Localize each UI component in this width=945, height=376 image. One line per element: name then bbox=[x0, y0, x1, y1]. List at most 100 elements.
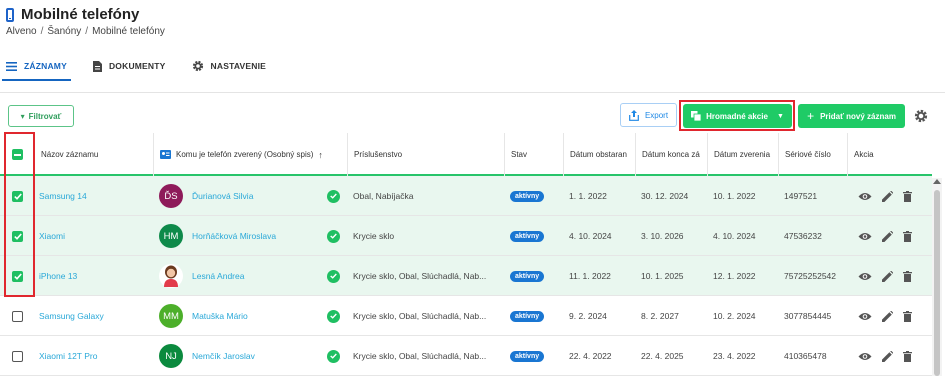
table-row[interactable]: Samsung Galaxy MM Matuška Mário Krycie sklo… bbox=[0, 296, 932, 336]
column-header-acquired[interactable]: Dátum obstaran bbox=[563, 133, 635, 176]
edit-pencil-icon[interactable] bbox=[882, 350, 893, 362]
owner-link[interactable]: Matuška Mário bbox=[192, 311, 248, 321]
acquired-date: 22. 4. 2022 bbox=[569, 351, 612, 361]
record-name-link[interactable]: Xiaomi 12T Pro bbox=[39, 336, 151, 376]
table-header: Názov záznamu Komu je telefón zverený (O… bbox=[0, 133, 932, 176]
assigned-date: 4. 10. 2024 bbox=[713, 231, 756, 241]
table-settings-gear-icon[interactable] bbox=[914, 109, 928, 123]
delete-trash-icon[interactable] bbox=[903, 310, 912, 322]
table-row[interactable]: Samsung 14 ĎS Ďurianová Silvia Obal, Nabíja… bbox=[0, 176, 932, 216]
view-eye-icon[interactable] bbox=[858, 232, 872, 241]
export-button[interactable]: Export bbox=[620, 103, 677, 127]
row-checkbox[interactable] bbox=[12, 310, 23, 322]
mobile-phone-icon bbox=[6, 7, 14, 22]
column-header-status[interactable]: Stav bbox=[504, 133, 563, 176]
row-checkbox[interactable] bbox=[12, 350, 23, 362]
edit-pencil-icon[interactable] bbox=[882, 270, 893, 282]
tab-dokumenty[interactable]: DOKUMENTY bbox=[87, 52, 172, 80]
breadcrumb-item-alveno[interactable]: Alveno bbox=[6, 26, 37, 37]
view-eye-icon[interactable] bbox=[858, 312, 872, 321]
owner-link[interactable]: Horňáčková Miroslava bbox=[192, 231, 276, 241]
contact-card-icon bbox=[160, 150, 171, 159]
avatar: ĎS bbox=[159, 184, 183, 208]
avatar-photo bbox=[159, 264, 183, 288]
gear-icon bbox=[192, 60, 204, 72]
edit-pencil-icon[interactable] bbox=[882, 190, 893, 202]
accessories-cell: Krycie sklo, Obal, Slúchadlá, Nab... bbox=[353, 271, 487, 281]
status-cell: aktívny bbox=[510, 176, 560, 216]
record-name-link[interactable]: Samsung Galaxy bbox=[39, 296, 151, 336]
column-header-owner-label: Komu je telefón zverený (Osobný spis) bbox=[176, 150, 314, 159]
record-name-link[interactable]: Samsung 14 bbox=[39, 176, 151, 216]
page-title: Mobilné telefóny bbox=[21, 6, 140, 23]
breadcrumb-item-sanony[interactable]: Šanóny bbox=[47, 26, 81, 37]
tab-nastavenie[interactable]: NASTAVENIE bbox=[186, 52, 273, 80]
record-name-link[interactable]: iPhone 13 bbox=[39, 256, 151, 296]
add-record-label: Pridať nový záznam bbox=[820, 111, 896, 121]
status-badge: aktívny bbox=[510, 270, 545, 282]
edit-pencil-icon[interactable] bbox=[882, 230, 893, 242]
verified-cell bbox=[327, 176, 343, 216]
filter-button[interactable]: ▾ Filtrovať bbox=[8, 105, 74, 127]
delete-trash-icon[interactable] bbox=[903, 190, 912, 202]
mass-actions-button[interactable]: Hromadné akcie ▼ bbox=[683, 104, 792, 128]
verified-cell bbox=[327, 216, 343, 256]
column-header-name[interactable]: Názov záznamu bbox=[34, 133, 153, 176]
export-label: Export bbox=[644, 110, 669, 120]
acquired-date: 1. 1. 2022 bbox=[569, 191, 607, 201]
view-eye-icon[interactable] bbox=[858, 192, 872, 201]
delete-trash-icon[interactable] bbox=[903, 350, 912, 362]
verified-cell bbox=[327, 336, 343, 376]
assigned-date: 12. 1. 2022 bbox=[713, 271, 756, 281]
scrollbar-thumb[interactable] bbox=[934, 190, 940, 376]
table-row[interactable]: iPhone 13 Lesná Andrea Krycie sklo, Obal, … bbox=[0, 256, 932, 296]
table-row[interactable]: Xiaomi 12T Pro NJ Nemčík Jaroslav Krycie sk… bbox=[0, 336, 932, 376]
accessories-cell: Obal, Nabíjačka bbox=[353, 191, 414, 201]
accessories-cell: Krycie sklo, Obal, Slúchadlá, Nab... bbox=[353, 351, 487, 361]
end-date: 22. 4. 2025 bbox=[641, 351, 684, 361]
assigned-date: 10. 1. 2022 bbox=[713, 191, 756, 201]
owner-cell: NJ Nemčík Jaroslav bbox=[159, 336, 319, 376]
column-header-end[interactable]: Dátum konca zá bbox=[635, 133, 707, 176]
owner-link[interactable]: Ďurianová Silvia bbox=[192, 191, 253, 201]
edit-pencil-icon[interactable] bbox=[882, 310, 893, 322]
view-eye-icon[interactable] bbox=[858, 272, 872, 281]
tab-label: NASTAVENIE bbox=[210, 61, 267, 71]
status-badge: aktívny bbox=[510, 350, 545, 362]
row-select-cell bbox=[12, 296, 32, 336]
records-panel: ▾ Filtrovať Export Hromadné akcie ▼ + Pr… bbox=[0, 92, 945, 376]
add-record-button[interactable]: + Pridať nový záznam bbox=[798, 104, 905, 128]
owner-link[interactable]: Nemčík Jaroslav bbox=[192, 351, 255, 361]
record-name-link[interactable]: Xiaomi bbox=[39, 216, 151, 256]
owner-cell: MM Matuška Mário bbox=[159, 296, 319, 336]
column-header-serial[interactable]: Sériové číslo bbox=[778, 133, 847, 176]
owner-link[interactable]: Lesná Andrea bbox=[192, 271, 244, 281]
status-cell: aktívny bbox=[510, 216, 560, 256]
tab-label: DOKUMENTY bbox=[108, 61, 166, 71]
mass-actions-label: Hromadné akcie bbox=[706, 111, 768, 121]
status-cell: aktívny bbox=[510, 256, 560, 296]
verified-check-icon bbox=[327, 189, 340, 203]
sort-ascending-icon[interactable]: ↑ bbox=[318, 150, 323, 160]
verified-cell bbox=[327, 256, 343, 296]
column-header-assigned[interactable]: Dátum zverenia bbox=[707, 133, 778, 176]
assigned-date: 10. 2. 2024 bbox=[713, 311, 756, 321]
tab-label: ZÁZNAMY bbox=[24, 61, 67, 71]
delete-trash-icon[interactable] bbox=[903, 270, 912, 282]
scroll-up-arrow-icon[interactable] bbox=[933, 179, 941, 184]
row-select-cell bbox=[12, 336, 32, 376]
avatar: HM bbox=[159, 224, 183, 248]
actions-cell bbox=[858, 256, 928, 296]
status-badge: aktívny bbox=[510, 190, 545, 202]
status-cell: aktívny bbox=[510, 296, 560, 336]
delete-trash-icon[interactable] bbox=[903, 230, 912, 242]
table-row[interactable]: Xiaomi HM Horňáčková Miroslava Krycie sklo a… bbox=[0, 216, 932, 256]
column-header-accessories[interactable]: Príslušenstvo bbox=[347, 133, 504, 176]
tab-zaznamy[interactable]: ZÁZNAMY bbox=[0, 52, 73, 81]
page-header: Mobilné telefóny Alveno / Šanóny / Mobil… bbox=[0, 0, 945, 84]
avatar: MM bbox=[159, 304, 183, 328]
avatar: NJ bbox=[159, 344, 183, 368]
serial-number: 410365478 bbox=[784, 351, 827, 361]
column-header-owner[interactable]: Komu je telefón zverený (Osobný spis) ↑ bbox=[153, 133, 347, 176]
view-eye-icon[interactable] bbox=[858, 352, 872, 361]
